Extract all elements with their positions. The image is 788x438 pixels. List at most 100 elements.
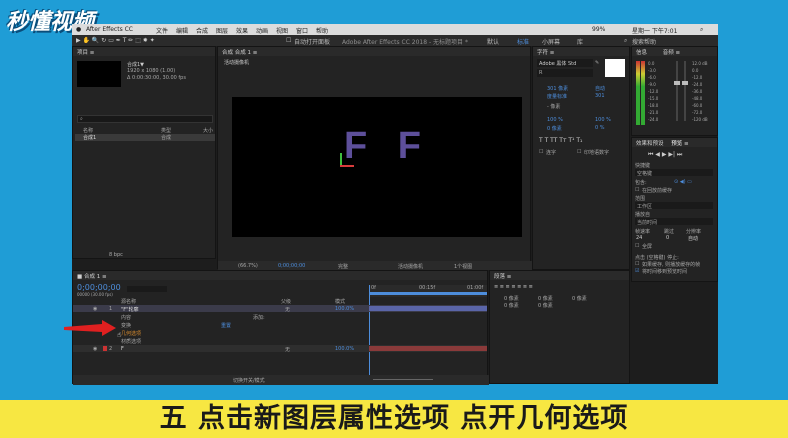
resolution-dropdown[interactable]: 自动: [688, 235, 698, 242]
timeline-timecode[interactable]: 0;00;00;00: [77, 283, 121, 292]
tracking-value[interactable]: 301: [595, 93, 605, 99]
x-axis-gizmo[interactable]: [340, 165, 354, 167]
work-area-bar[interactable]: [369, 292, 487, 295]
layer-parent[interactable]: 无: [285, 346, 290, 353]
3d-text-layer[interactable]: F F: [344, 125, 431, 168]
font-family-dropdown[interactable]: Adobe 黑体 Std: [537, 59, 593, 67]
layer-name[interactable]: F: [121, 346, 124, 352]
zoom-dropdown[interactable]: (66.7%): [238, 263, 258, 269]
layer-name[interactable]: "F"轮廓: [121, 306, 138, 313]
project-col-name[interactable]: 名称: [83, 127, 93, 134]
menu-item-help[interactable]: 帮助: [316, 26, 328, 35]
composition-canvas[interactable]: F F: [232, 97, 522, 237]
geometry-options-label[interactable]: 几何选项: [121, 330, 141, 337]
layer-eye-icon[interactable]: ◉: [93, 346, 97, 352]
horizontal-scale-value[interactable]: 100 %: [595, 117, 611, 123]
viewer-timecode[interactable]: 0;00;00;00: [278, 263, 305, 269]
timeline-search-input[interactable]: [127, 286, 167, 292]
indent-right-value[interactable]: 0 像素: [538, 295, 553, 302]
menu-item-layer[interactable]: 图层: [216, 26, 228, 35]
workspace-default[interactable]: 默认: [487, 37, 499, 46]
layer-duration-bar[interactable]: [369, 346, 487, 351]
layer-row-1[interactable]: ◉ 1 "F"轮廓 无 100.0%: [73, 305, 487, 313]
text-style-buttons[interactable]: T T TT Tᴛ T¹ T₁: [539, 137, 582, 144]
shortcut-dropdown[interactable]: 空格键: [635, 169, 713, 177]
playback-controls[interactable]: ⏮ ◀ ▶ ▶| ⏭: [648, 151, 682, 159]
camera-dropdown[interactable]: 活动摄像机: [398, 263, 423, 270]
preview-tab[interactable]: 预览: [671, 141, 682, 147]
layer-parent[interactable]: 无: [285, 306, 290, 313]
layer-duration-bar[interactable]: [369, 306, 487, 311]
hindi-digits-checkbox[interactable]: ☐: [577, 149, 581, 155]
font-style-dropdown[interactable]: R: [537, 69, 593, 77]
space-after-value[interactable]: 0 像素: [538, 302, 553, 309]
project-col-size[interactable]: 大小: [203, 127, 213, 134]
first-line-indent-value[interactable]: 0 像素: [572, 295, 587, 302]
quality-dropdown[interactable]: 完整: [338, 263, 348, 270]
search-help-input[interactable]: 搜索帮助: [632, 37, 656, 46]
fullscreen-checkbox[interactable]: ☐: [635, 243, 639, 249]
menu-item-view[interactable]: 视图: [276, 26, 288, 35]
col-mode[interactable]: 模式: [335, 298, 345, 305]
reset-link[interactable]: 重置: [221, 322, 231, 329]
view-count-dropdown[interactable]: 1个视图: [454, 263, 472, 270]
menu-item-edit[interactable]: 编辑: [176, 26, 188, 35]
layer-color-label[interactable]: [103, 346, 107, 351]
stroke-width-value[interactable]: - 像素: [547, 103, 560, 110]
effects-presets-tab[interactable]: 效果和预设: [636, 141, 664, 147]
property-row-transform[interactable]: 变换 重置: [73, 321, 487, 329]
layer-row-2[interactable]: ◉ 2 F 无 100.0%: [73, 345, 487, 353]
menu-item-app[interactable]: After Effects CC: [86, 26, 133, 33]
cache-checkbox[interactable]: ☐: [635, 187, 639, 193]
toggle-switches-modes[interactable]: 切换开关/模式: [233, 377, 265, 384]
composition-tab[interactable]: 合成 合成 1 ≡: [218, 47, 530, 56]
menu-item-composition[interactable]: 合成: [196, 26, 208, 35]
move-time-checkbox[interactable]: ☑: [635, 268, 639, 274]
search-icon[interactable]: ⌕: [700, 26, 703, 34]
baseline-value[interactable]: 0 像素: [547, 125, 562, 132]
play-from-dropdown[interactable]: 当前时间: [635, 218, 713, 226]
property-row-contents[interactable]: 内容 添加:: [73, 313, 487, 321]
kerning-value[interactable]: 度量标准: [547, 93, 567, 100]
vertical-scale-value[interactable]: 100 %: [547, 117, 563, 123]
volume-slider-left[interactable]: [674, 81, 680, 85]
menu-item-effect[interactable]: 效果: [236, 26, 248, 35]
project-bpc[interactable]: 8 bpc: [109, 252, 123, 258]
audio-tab[interactable]: 音频: [663, 50, 674, 56]
workspace-standard[interactable]: 标准: [517, 37, 529, 46]
workspace-small-screen[interactable]: 小屏幕: [542, 37, 560, 46]
leading-value[interactable]: 自动: [595, 85, 605, 92]
col-source-name[interactable]: 源名称: [121, 298, 136, 305]
layer-eye-icon[interactable]: ◉: [93, 306, 97, 312]
layer-value[interactable]: 100.0%: [335, 306, 354, 312]
menu-item-window[interactable]: 窗口: [296, 26, 308, 35]
menu-item-file[interactable]: 文件: [156, 26, 168, 35]
space-before-value[interactable]: 0 像素: [504, 302, 519, 309]
eyedropper-icon[interactable]: ✎: [595, 60, 599, 66]
zoom-slider[interactable]: [373, 379, 433, 380]
menu-item-animation[interactable]: 动画: [256, 26, 268, 35]
workspace-library[interactable]: 库: [577, 37, 583, 46]
apple-icon[interactable]: ●: [76, 26, 81, 33]
skip-dropdown[interactable]: 0: [666, 235, 669, 241]
property-row-geometry[interactable]: 几何选项: [73, 329, 487, 337]
project-col-type[interactable]: 类型: [161, 127, 171, 134]
paragraph-tab[interactable]: 段落 ≡: [490, 271, 629, 280]
fps-dropdown[interactable]: 24: [636, 235, 642, 241]
project-search-input[interactable]: ⌕: [77, 115, 213, 123]
ligature-checkbox[interactable]: ☐: [539, 149, 543, 155]
fill-color-swatch[interactable]: [605, 59, 625, 77]
indent-left-value[interactable]: 0 像素: [504, 295, 519, 302]
project-item-row[interactable]: 合成1 合成: [75, 134, 215, 141]
timeline-tab[interactable]: ■ 合成 1 ≡: [73, 271, 487, 280]
property-row-material[interactable]: 材质选项: [73, 337, 487, 345]
volume-slider-right[interactable]: [682, 81, 688, 85]
align-buttons[interactable]: ≡ ≡ ≡ ≡ ≡ ≡ ≡: [494, 284, 533, 290]
project-panel-tab[interactable]: 项目 ≡: [73, 47, 215, 56]
font-size-value[interactable]: 301 像素: [547, 85, 568, 92]
tsume-value[interactable]: 0 %: [595, 125, 605, 131]
col-parent[interactable]: 父级: [281, 298, 291, 305]
range-dropdown[interactable]: 工作区: [635, 202, 713, 210]
include-toggles[interactable]: ⊙ ◀) ▭: [674, 179, 692, 185]
search-help-icon[interactable]: ⌕: [624, 37, 627, 45]
